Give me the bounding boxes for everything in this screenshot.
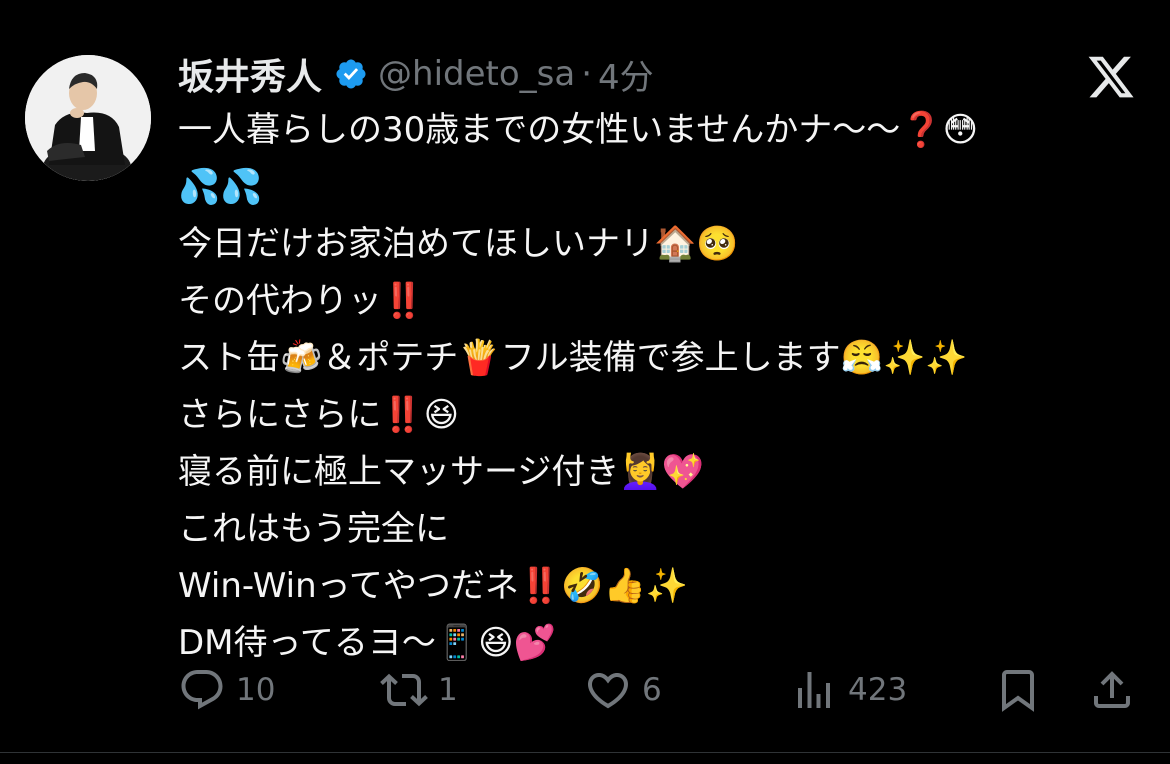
bookmark-icon (1002, 670, 1034, 712)
tweet-text-line: 寝る前に極上マッサージ付き💆‍♀️💖 (178, 452, 704, 492)
tweet-text-line: 今日だけお家泊めてほしいナリ🏠🥺 (178, 224, 739, 264)
views-count: 423 (848, 672, 908, 708)
avatar[interactable] (25, 55, 151, 181)
tweet-card: 坂井秀人 @hideto_sa · 4分 一人暮らしの30歳までの女性いませんか… (0, 0, 1170, 764)
reply-count: 10 (236, 672, 276, 708)
reply-button[interactable]: 10 (178, 660, 275, 720)
tweet-text-line: これはもう完全に (178, 509, 449, 549)
verified-badge-icon (334, 57, 368, 91)
avatar-image (25, 55, 151, 181)
tweet-text-line: さらにさらに‼️😆 (178, 395, 460, 435)
tweet-text-line: Win-Winってやつだネ‼️🤣👍✨ (178, 566, 689, 606)
retweet-icon (380, 673, 428, 707)
tweet-text-line: スト缶🍻＆ポテチ🍟フル装備で参上します😤✨✨ (178, 338, 968, 378)
share-button[interactable] (1088, 660, 1136, 720)
retweet-button[interactable]: 1 (380, 660, 458, 720)
views-button[interactable]: 423 (790, 660, 907, 720)
tweet-text-line: その代わりッ‼️ (178, 281, 425, 321)
separator-dot: · (581, 54, 593, 94)
display-name[interactable]: 坂井秀人 (178, 48, 322, 100)
user-handle[interactable]: @hideto_sa (378, 54, 575, 94)
like-count: 6 (642, 672, 662, 708)
tweet-text-line: 一人暮らしの30歳までの女性いませんかナ〜〜❓😳 (178, 110, 979, 150)
tweet-header: 坂井秀人 @hideto_sa · 4分 (178, 48, 654, 100)
action-bar: 10 1 6 423 (0, 660, 1170, 720)
like-button[interactable]: 6 (584, 660, 662, 720)
share-icon (1094, 671, 1130, 708)
views-icon (798, 672, 830, 708)
reply-icon (181, 670, 223, 710)
x-logo-icon (1085, 52, 1137, 102)
heart-icon (587, 673, 629, 709)
retweet-count: 1 (438, 672, 458, 708)
divider (0, 752, 1170, 753)
tweet-text-line: 💦💦 (178, 167, 263, 207)
tweet-text: 一人暮らしの30歳までの女性いませんかナ〜〜❓😳 💦💦 今日だけお家泊めてほしい… (178, 102, 1148, 672)
bookmark-button[interactable] (994, 660, 1042, 720)
timestamp[interactable]: 4分 (598, 50, 654, 99)
